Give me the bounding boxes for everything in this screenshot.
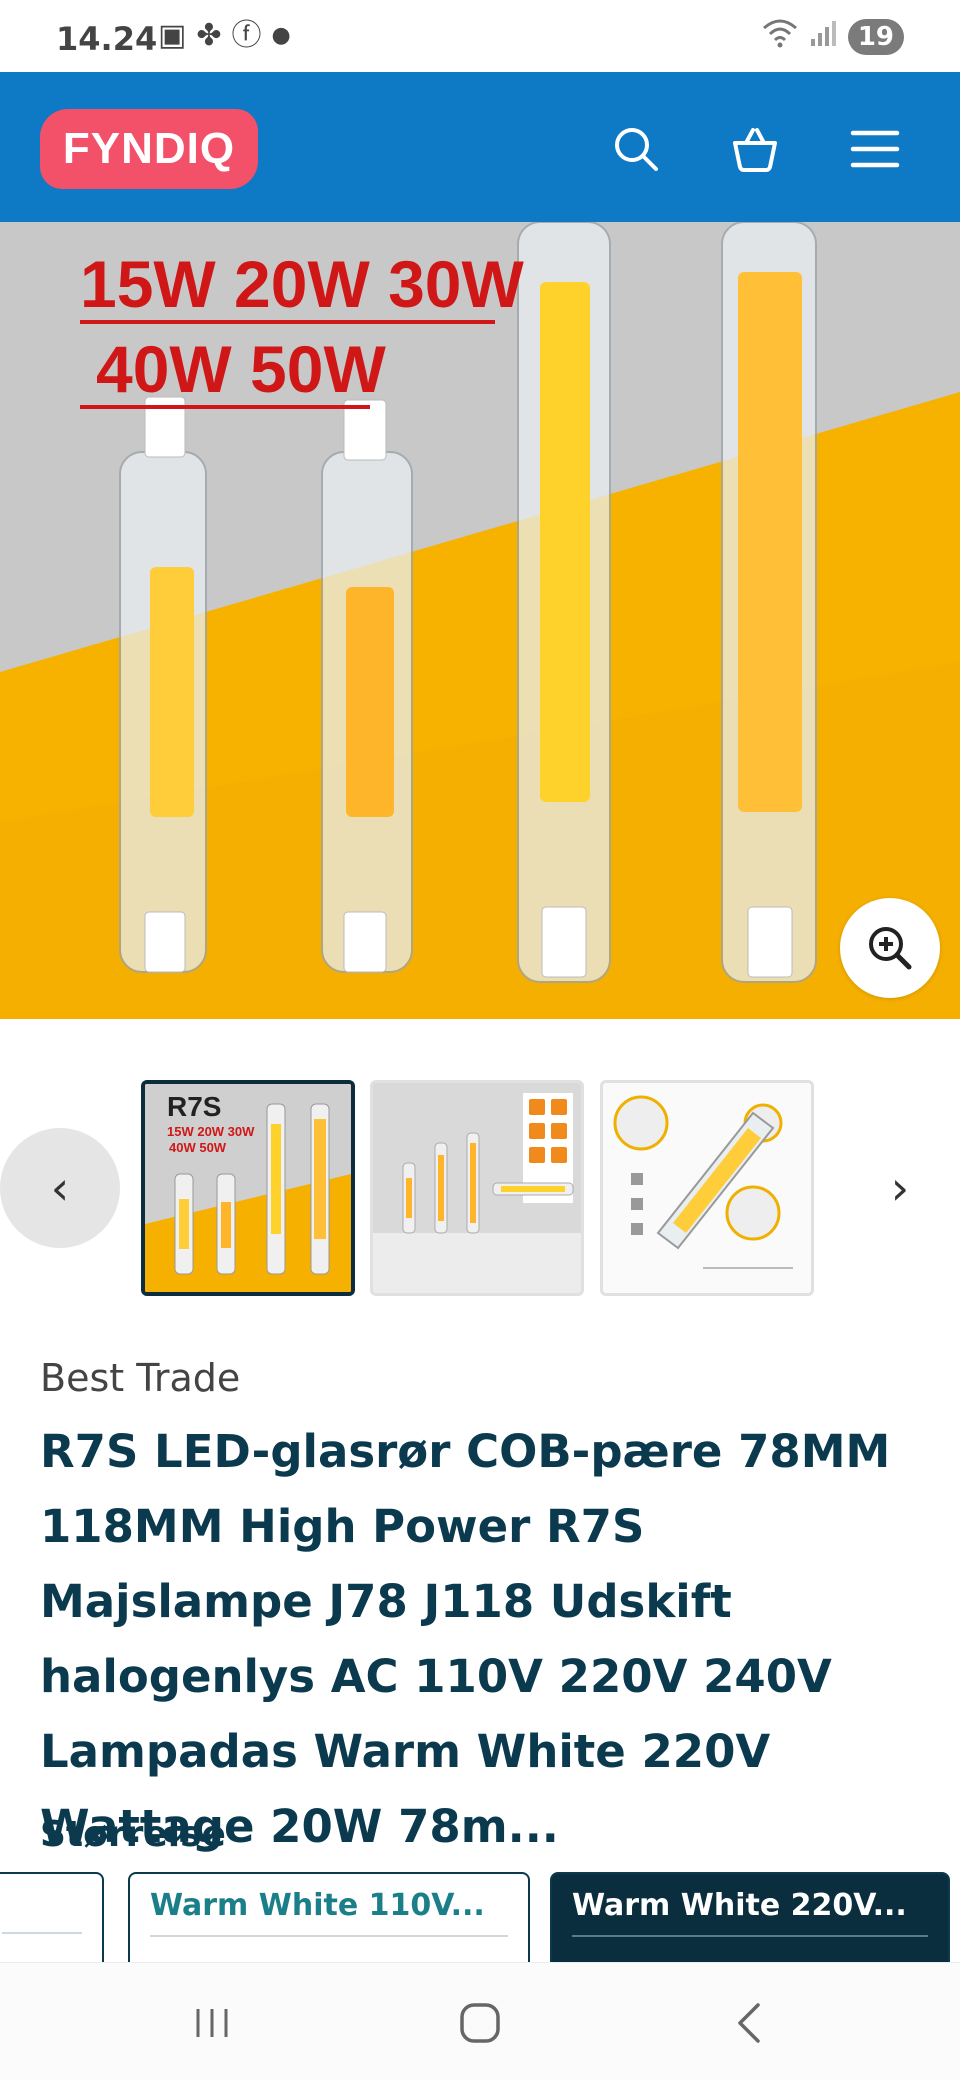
size-option-previous[interactable] (0, 1872, 104, 1962)
notification-icons: ▣ ✤ ⓕ ● (158, 18, 291, 54)
zoom-button[interactable] (840, 898, 940, 998)
thumb-line-1: 15W 20W 30W (167, 1124, 255, 1139)
size-options: Warm White 110V... Warm White 220V... (0, 1872, 960, 1962)
size-option-label: Warm White 110V... (150, 1888, 485, 1923)
app-header: FYNDIQ (0, 72, 960, 222)
system-nav-bar (0, 1962, 960, 2080)
hero-wattage-line-2: 40W 50W (96, 332, 386, 406)
size-option-warm-white-220v[interactable]: Warm White 220V... (550, 1872, 950, 1962)
menu-icon[interactable] (843, 117, 907, 181)
product-main-image[interactable]: 15W 20W 30W 40W 50W (0, 222, 960, 1019)
zoom-in-icon (869, 927, 912, 970)
thumbnail-carousel: ‹ R7S 15W 20W 30W 40W 50W › (0, 1060, 960, 1300)
lamp-tube-3 (517, 222, 611, 983)
facebook-icon: ⓕ (231, 18, 262, 53)
battery-indicator: 19 (847, 18, 904, 55)
dot-icon: ● (271, 23, 291, 48)
status-bar: 14.24 ▣ ✤ ⓕ ● 19 (0, 0, 960, 72)
size-option-warm-white-110v[interactable]: Warm White 110V... (128, 1872, 530, 1962)
cart-icon[interactable] (723, 117, 787, 181)
home-icon (460, 2003, 500, 2043)
back-button[interactable] (710, 1993, 790, 2053)
signal-icon (810, 19, 836, 54)
carousel-prev-button[interactable]: ‹ (0, 1128, 120, 1248)
lamp-tube-4 (721, 222, 817, 983)
carousel-next-button[interactable]: › (870, 1156, 930, 1220)
thumb-line-2: 40W 50W (169, 1140, 227, 1155)
status-time: 14.24 (56, 20, 158, 58)
fyndiq-logo[interactable]: FYNDIQ (40, 109, 258, 189)
home-button[interactable] (440, 1993, 520, 2053)
hero-wattage-line-1: 15W 20W 30W (80, 247, 524, 321)
lamp-tube-2 (321, 399, 413, 973)
thumb-title: R7S (167, 1091, 221, 1122)
thumbnail-2[interactable] (370, 1080, 584, 1296)
search-icon[interactable] (604, 117, 668, 181)
product-title: R7S LED-glasrør COB-pære 78MM 118MM High… (40, 1425, 891, 1853)
screenshot-icon: ▣ (158, 18, 187, 53)
size-label: Størrelse (40, 1814, 226, 1855)
recent-apps-icon (196, 2009, 228, 2037)
fan-icon: ✤ (196, 18, 222, 53)
seller-name[interactable]: Best Trade (40, 1356, 240, 1400)
back-icon (738, 2003, 760, 2043)
wifi-icon (762, 18, 798, 55)
size-option-label: Warm White 220V... (572, 1888, 907, 1923)
thumbnail-1[interactable]: R7S 15W 20W 30W 40W 50W (141, 1080, 355, 1296)
recent-apps-button[interactable] (172, 1993, 252, 2053)
lamp-tube-1 (119, 396, 207, 973)
thumbnail-3[interactable] (600, 1080, 814, 1296)
